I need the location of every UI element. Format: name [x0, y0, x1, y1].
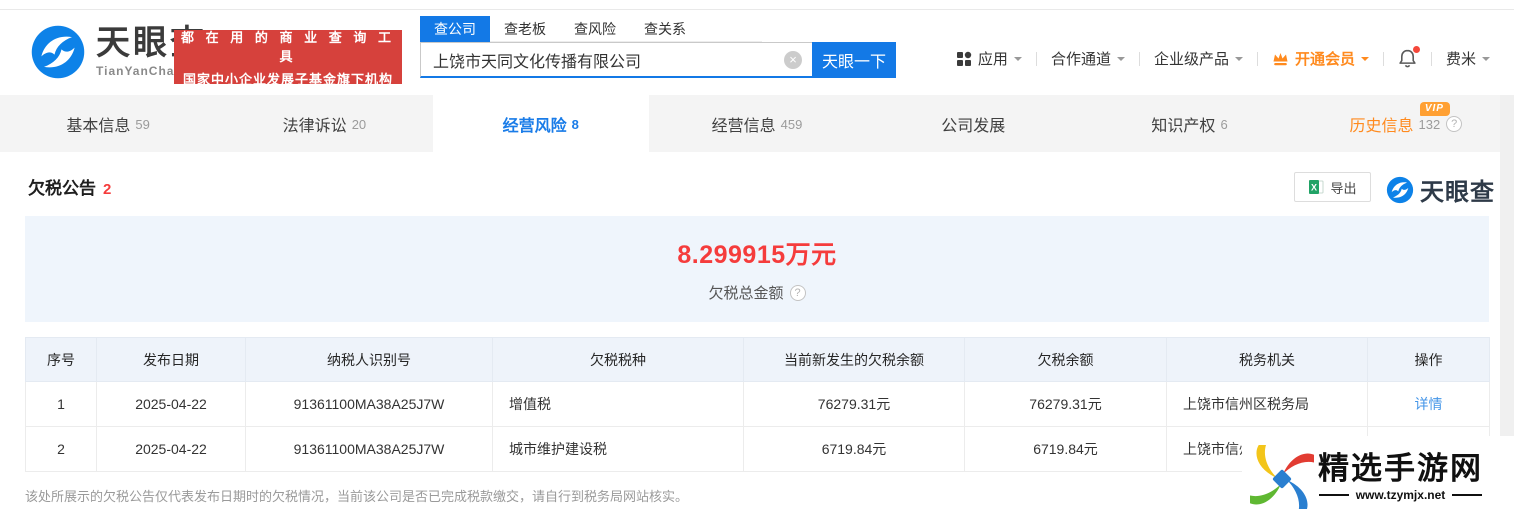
tax-total-amount: 8.299915万元	[677, 241, 837, 269]
help-icon[interactable]: ?	[789, 284, 806, 301]
content-brand-watermark: 天眼查	[1386, 172, 1495, 207]
tab-company-development[interactable]: 公司发展	[865, 95, 1081, 152]
notifications-bell[interactable]	[1398, 46, 1420, 68]
watermark-site-name: 精选手游网	[1318, 450, 1483, 486]
tax-total-label: 欠税总金额	[708, 285, 784, 302]
divider	[1382, 51, 1384, 66]
help-icon[interactable]: ?	[1446, 115, 1463, 132]
menu-partner[interactable]: 合作通道	[1051, 48, 1125, 69]
tab-operating-info[interactable]: 经营信息 459	[649, 95, 865, 152]
slogan-line1: 都 在 用 的 商 业 查 询 工 具	[181, 29, 395, 64]
detail-link[interactable]: 详情	[1415, 396, 1443, 412]
vip-badge: VIP	[1419, 102, 1450, 116]
clear-icon[interactable]: ×	[784, 51, 802, 69]
company-tab-bar: 基本信息 59 法律诉讼 20 经营风险 8 经营信息 459 公司发展 知识产权 6 V…	[0, 95, 1514, 152]
notification-dot	[1412, 46, 1420, 53]
search-tab-company[interactable]: 查公司	[420, 16, 490, 42]
slogan-banner: 都 在 用 的 商 业 查 询 工 具 国家中小企业发展子基金旗下机构	[174, 29, 402, 87]
tab-legal-proceedings[interactable]: 法律诉讼 20	[216, 95, 432, 152]
tab-operating-risk[interactable]: 经营风险 8	[432, 95, 649, 152]
site-watermark: 精选手游网 www.tzymjx.net	[1242, 436, 1514, 517]
site-header: 天眼查 TianYanCha.com 都 在 用 的 商 业 查 询 工 具 国…	[0, 10, 1514, 95]
svg-text:X: X	[1311, 182, 1317, 192]
tax-summary-panel: 8.299915万元 欠税总金额 ?	[25, 216, 1489, 322]
slogan-line2: 国家中小企业发展子基金旗下机构	[182, 71, 393, 87]
menu-open-vip[interactable]: 开通会员	[1272, 48, 1369, 69]
col-tax-authority: 税务机关	[1166, 337, 1368, 382]
table-row: 1 2025-04-22 91361100MA38A25J7W 增值税 7627…	[25, 381, 1490, 427]
pinwheel-logo-icon	[1250, 444, 1314, 509]
tianyancha-logo-icon	[31, 25, 85, 79]
crown-icon	[1273, 53, 1288, 66]
disclaimer-note: 该处所展示的欠税公告仅代表发布日期时的欠税情况，当前该公司是否已完成税款缴交，请…	[25, 489, 689, 504]
table-header-row: 序号 发布日期 纳税人识别号 欠税税种 当前新发生的欠税余额 欠税余额 税务机关…	[25, 337, 1490, 382]
search-tab-relation[interactable]: 查关系	[630, 16, 700, 42]
col-new-arrears: 当前新发生的欠税余额	[743, 337, 965, 382]
search-tab-boss[interactable]: 查老板	[490, 16, 560, 42]
tianyancha-logo-icon	[1386, 176, 1414, 203]
search-box: 查公司 查老板 查风险 查关系 × 天眼一下	[420, 16, 898, 78]
search-tab-risk[interactable]: 查风险	[560, 16, 630, 42]
menu-enterprise[interactable]: 企业级产品	[1154, 48, 1243, 69]
tab-intellectual-property[interactable]: 知识产权 6	[1081, 95, 1297, 152]
tab-history-info[interactable]: VIP 历史信息 132 ?	[1298, 95, 1514, 152]
col-no: 序号	[25, 337, 97, 382]
divider	[1256, 51, 1258, 66]
menu-apps[interactable]: 应用	[956, 48, 1022, 69]
chevron-down-icon	[1013, 56, 1022, 65]
chevron-down-icon	[1234, 56, 1243, 65]
search-button[interactable]: 天眼一下	[812, 42, 896, 78]
col-publish-date: 发布日期	[96, 337, 246, 382]
apps-grid-icon	[956, 51, 972, 66]
search-tabs: 查公司 查老板 查风险 查关系	[420, 16, 762, 42]
watermark-site-url: www.tzymjx.net	[1319, 488, 1483, 502]
col-taxpayer-id: 纳税人识别号	[245, 337, 493, 382]
divider	[1138, 51, 1140, 66]
tab-basic-info[interactable]: 基本信息 59	[0, 95, 216, 152]
export-button[interactable]: X 导出	[1294, 172, 1371, 202]
col-action: 操作	[1367, 337, 1490, 382]
search-input[interactable]	[421, 43, 812, 76]
chevron-down-icon	[1482, 56, 1490, 65]
chevron-down-icon	[1360, 56, 1369, 65]
excel-icon: X	[1309, 180, 1324, 194]
user-name: 费米	[1445, 51, 1476, 68]
section-count: 2	[103, 181, 112, 198]
section-title: 欠税公告 2	[28, 179, 112, 198]
divider	[1430, 51, 1432, 66]
col-arrears-balance: 欠税余额	[964, 337, 1167, 382]
user-menu[interactable]: 费米	[1446, 48, 1490, 69]
col-tax-type: 欠税税种	[492, 337, 744, 382]
chevron-down-icon	[1116, 56, 1125, 65]
page: 天眼查 TianYanCha.com 都 在 用 的 商 业 查 询 工 具 国…	[0, 0, 1514, 517]
divider	[1035, 51, 1037, 66]
header-nav: 应用 合作通道 企业级产品 开通会员 费米	[956, 46, 1490, 69]
